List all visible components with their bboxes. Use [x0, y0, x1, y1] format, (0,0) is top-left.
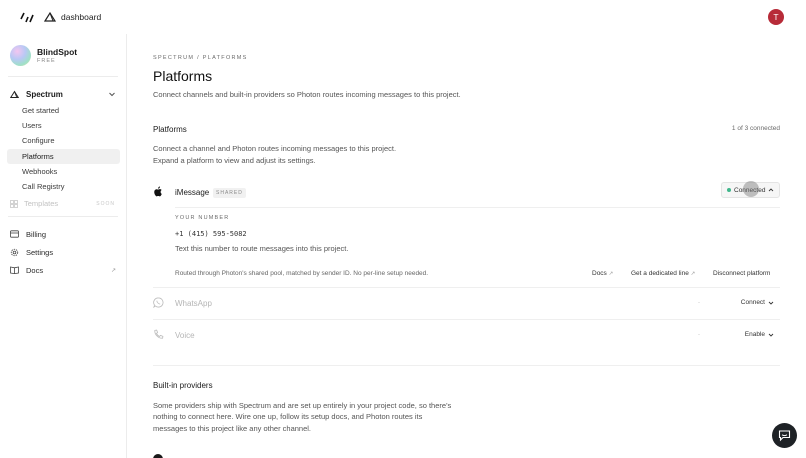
platform-name-whatsapp: WhatsApp: [175, 299, 212, 308]
workspace-name[interactable]: BlindSpot: [37, 47, 77, 57]
phone-number-desc: Text this number to route messages into …: [175, 244, 349, 253]
soon-badge: SOON: [96, 200, 115, 207]
chevron-down-icon[interactable]: [108, 90, 116, 98]
mouse-cursor: [743, 181, 759, 197]
platform-row-imessage[interactable]: iMessage SHARED Connected: [153, 182, 780, 202]
platforms-section-title: Platforms: [153, 125, 187, 134]
external-link-icon: ↗: [608, 271, 614, 277]
chevron-down-icon: [768, 333, 774, 337]
phone-icon: [154, 329, 164, 339]
sidebar-item-users[interactable]: Users: [7, 118, 120, 133]
dedicated-line-link[interactable]: Get a dedicated line ↗: [631, 270, 695, 277]
page-subtitle: Connect channels and built-in providers …: [153, 90, 461, 99]
platform-row-voice[interactable]: Voice - Enable: [153, 325, 780, 345]
sidebar-divider: [8, 216, 118, 217]
chat-support-button[interactable]: [772, 423, 797, 448]
sidebar-item-label: Webhooks: [22, 167, 58, 176]
card-icon: [10, 230, 19, 238]
enable-voice-button[interactable]: Enable: [745, 331, 774, 338]
sidebar-item-webhooks[interactable]: Webhooks: [7, 164, 120, 179]
builtin-desc-line-2: nothing to connect here. Wire one up, fo…: [153, 412, 423, 421]
sidebar-group-label: Spectrum: [26, 89, 63, 99]
workspace-plan: FREE: [37, 58, 56, 64]
docs-link[interactable]: Docs ↗: [592, 270, 613, 277]
whatsapp-icon: [153, 297, 164, 308]
sidebar-item-call-registry[interactable]: Call Registry: [7, 179, 120, 194]
templates-icon: [10, 199, 18, 208]
sidebar-item-get-started[interactable]: Get started: [7, 103, 120, 118]
sidebar-item-label: Docs: [26, 265, 44, 275]
connect-label: Connect: [740, 299, 765, 306]
sidebar-item-label: Platforms: [22, 152, 54, 161]
sidebar-group-spectrum[interactable]: Spectrum: [10, 87, 118, 101]
sidebar-item-label: Call Registry: [22, 182, 65, 191]
gear-icon: [10, 248, 19, 256]
spectrum-icon: [44, 11, 56, 22]
your-number-label: YOUR NUMBER: [175, 215, 230, 221]
connected-count: 1 of 3 connected: [731, 125, 780, 132]
platforms-desc-line-2: Expand a platform to view and adjust its…: [153, 156, 316, 165]
section-divider: [153, 365, 780, 366]
external-link-icon: ↗: [110, 267, 116, 274]
apple-icon: [154, 186, 162, 197]
sidebar-item-settings[interactable]: Settings: [10, 245, 118, 259]
row-divider: [175, 207, 780, 208]
row-divider: [153, 287, 780, 288]
enable-label: Enable: [744, 331, 765, 338]
disconnect-platform-button[interactable]: Disconnect platform: [713, 270, 770, 277]
user-avatar[interactable]: T: [768, 9, 784, 25]
builtin-section-title: Built-in providers: [153, 381, 213, 390]
provider-icon: [153, 454, 163, 458]
sidebar-item-docs[interactable]: Docs ↗: [10, 263, 118, 277]
platforms-desc-line-1: Connect a channel and Photon routes inco…: [153, 144, 397, 153]
top-bar: dashboard T: [0, 0, 806, 34]
user-initial: T: [773, 12, 779, 22]
status-dot: [727, 188, 731, 192]
sidebar-item-billing[interactable]: Billing: [10, 227, 118, 241]
builtin-desc-line-3: messages to this project like any other …: [153, 424, 312, 433]
dashboard-link[interactable]: dashboard: [61, 12, 101, 22]
sidebar-item-templates: Templates SOON: [7, 196, 120, 211]
sidebar-item-configure[interactable]: Configure: [7, 133, 120, 148]
connect-whatsapp-button[interactable]: Connect: [741, 299, 774, 306]
book-icon: [10, 266, 19, 274]
chevron-up-icon: [769, 188, 774, 192]
chat-icon: [778, 430, 791, 442]
chevron-down-icon: [768, 301, 774, 305]
shared-badge: SHARED: [213, 188, 246, 198]
whatsapp-status-placeholder: -: [698, 300, 700, 306]
photon-logo-icon[interactable]: [20, 10, 34, 24]
sidebar-item-label: Get started: [22, 106, 60, 115]
platform-name-voice: Voice: [175, 331, 195, 340]
dedicated-line-label: Get a dedicated line: [631, 270, 689, 277]
sidebar-item-platforms[interactable]: Platforms: [7, 149, 120, 164]
routing-note: Routed through Photon's shared pool, mat…: [175, 270, 429, 277]
spectrum-icon: [10, 90, 19, 98]
platform-row-whatsapp[interactable]: WhatsApp - Connect: [153, 293, 780, 313]
sidebar-item-label: Settings: [26, 247, 54, 257]
sidebar-item-label: Templates: [24, 199, 59, 208]
workspace-avatar[interactable]: [10, 45, 31, 66]
sidebar: BlindSpot FREE Spectrum Get started User…: [0, 34, 127, 458]
docs-link-label: Docs: [592, 270, 607, 277]
page-title: Platforms: [153, 68, 213, 84]
breadcrumb: SPECTRUM / PLATFORMS: [153, 55, 248, 61]
sidebar-divider: [8, 76, 118, 77]
external-link-icon: ↗: [690, 271, 696, 277]
voice-status-placeholder: -: [698, 332, 700, 338]
sidebar-item-label: Configure: [22, 136, 55, 145]
sidebar-item-label: Users: [22, 121, 42, 130]
sidebar-item-label: Billing: [26, 229, 47, 239]
builtin-desc-line-1: Some providers ship with Spectrum and ar…: [153, 401, 452, 410]
row-divider: [153, 319, 780, 320]
platform-name-imessage: iMessage: [175, 188, 210, 197]
phone-number[interactable]: +1 (415) 595-5082: [175, 230, 247, 238]
